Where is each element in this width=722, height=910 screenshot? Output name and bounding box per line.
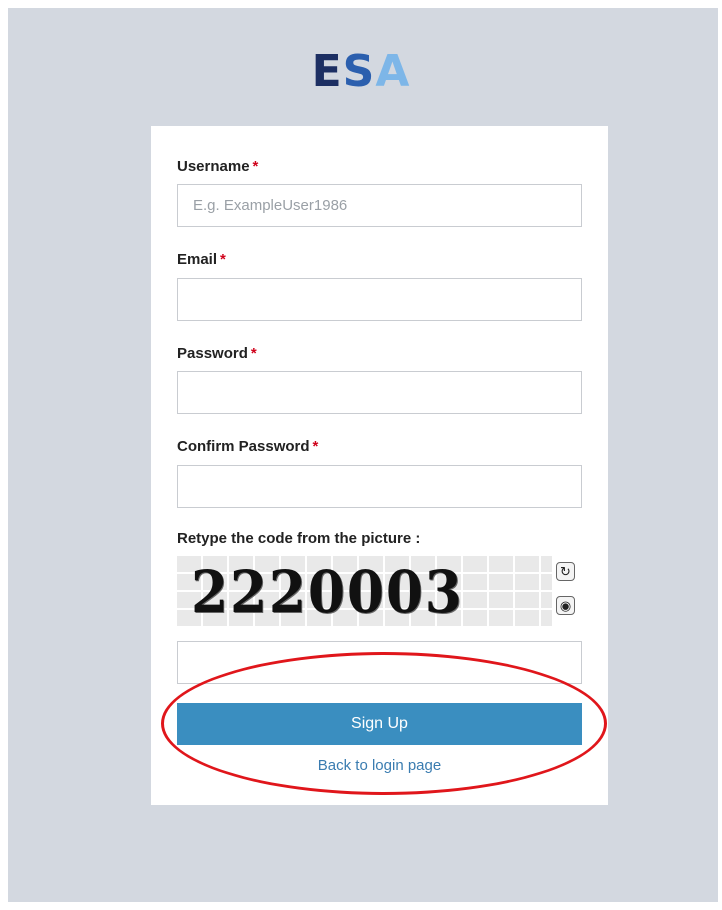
- password-label: Password *: [177, 345, 257, 362]
- confirm-password-input[interactable]: [177, 465, 582, 508]
- required-marker: *: [220, 251, 226, 268]
- captcha-image: 2220003: [177, 556, 552, 626]
- captcha-code: 2220003: [191, 558, 464, 626]
- email-label: Email *: [177, 251, 226, 268]
- required-marker: *: [312, 438, 319, 455]
- captcha-label: Retype the code from the picture :: [177, 530, 421, 547]
- password-input[interactable]: [177, 371, 582, 414]
- audio-icon[interactable]: ◉: [556, 596, 575, 615]
- required-marker: *: [250, 345, 257, 362]
- required-marker: *: [252, 158, 259, 175]
- signup-card: Username* Email* Password* Confirm Passw…: [151, 126, 608, 805]
- back-to-login-link[interactable]: Back to login page: [151, 757, 608, 774]
- esa-logo: ESA: [311, 46, 411, 97]
- sign-up-button[interactable]: Sign Up: [177, 703, 582, 745]
- username-label: Username *: [177, 158, 259, 175]
- email-input[interactable]: [177, 278, 582, 321]
- refresh-icon[interactable]: ↻: [556, 562, 575, 581]
- username-input[interactable]: [177, 184, 582, 227]
- confirm-password-label: Confirm Password *: [177, 438, 319, 455]
- captcha-input[interactable]: [177, 641, 582, 684]
